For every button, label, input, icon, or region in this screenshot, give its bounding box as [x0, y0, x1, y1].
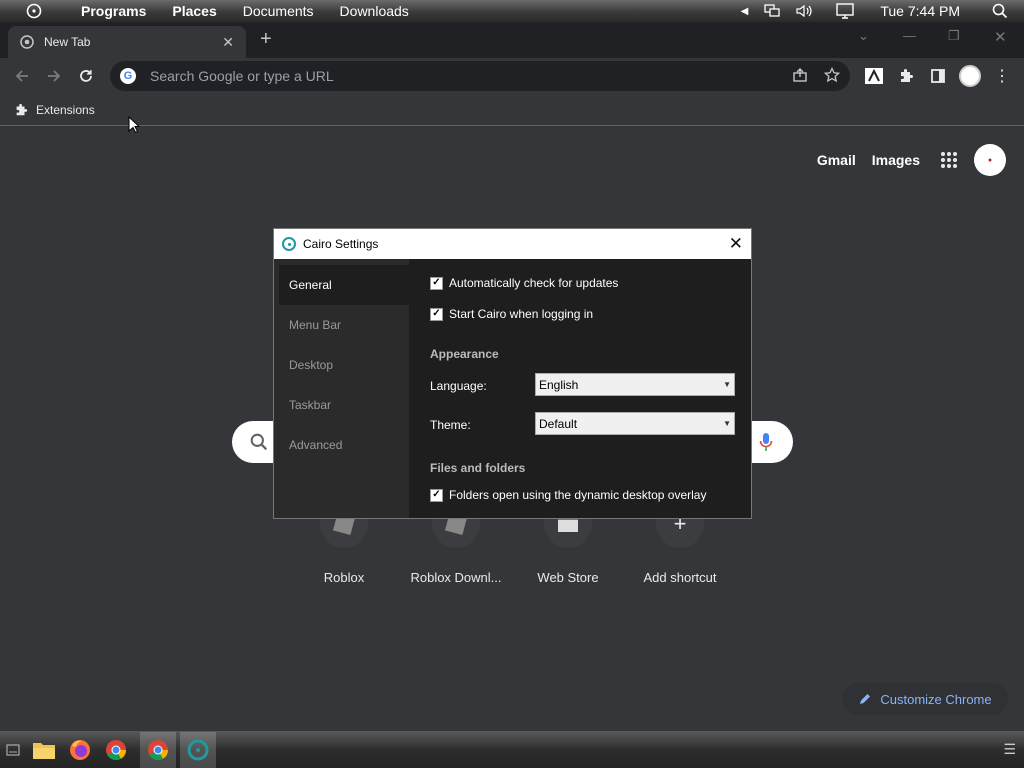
new-tab-button[interactable]: + [260, 28, 272, 51]
chrome-icon[interactable] [98, 732, 134, 768]
images-link[interactable]: Images [872, 152, 920, 168]
volume-icon[interactable] [788, 4, 822, 18]
auto-update-checkbox[interactable]: ✓ [430, 276, 443, 290]
apps-grid-icon[interactable] [940, 151, 958, 169]
tab-title: New Tab [44, 35, 91, 49]
theme-select[interactable]: Default ▼ [535, 412, 735, 435]
settings-sidebar: General Menu Bar Desktop Taskbar Advance… [274, 259, 409, 518]
start-on-login-option[interactable]: ✓ Start Cairo when logging in [430, 307, 593, 321]
action-center-icon[interactable] [822, 3, 862, 19]
taskbar-menu-icon[interactable]: ☰ [1003, 741, 1016, 758]
extensions-puzzle-icon[interactable] [894, 62, 918, 90]
file-explorer-icon[interactable] [26, 732, 62, 768]
show-desktop-icon[interactable] [0, 732, 26, 768]
minimize-icon[interactable]: — [903, 28, 916, 43]
cairo-menubar: Programs Places Documents Downloads ◀ Tu… [0, 0, 1024, 22]
shortcut-label: Web Store [537, 570, 599, 585]
shortcut-label: Add shortcut [643, 570, 717, 585]
microphone-icon[interactable] [759, 432, 773, 457]
folders-overlay-label: Folders open using the dynamic desktop o… [449, 488, 707, 502]
account-avatar[interactable]: ● [974, 144, 1006, 176]
google-g-icon: G [120, 68, 136, 84]
search-icon[interactable] [984, 3, 1024, 19]
profile-avatar[interactable] [958, 62, 982, 90]
dialog-titlebar[interactable]: Cairo Settings ✕ [274, 229, 751, 259]
customize-label: Customize Chrome [880, 691, 992, 707]
appearance-header: Appearance [430, 347, 499, 361]
restore-icon[interactable]: ❐ [948, 28, 960, 44]
nav-general[interactable]: General [279, 265, 409, 305]
start-on-login-label: Start Cairo when logging in [449, 307, 594, 321]
theme-value: Default [539, 416, 578, 431]
customize-chrome-button[interactable]: Customize Chrome [842, 683, 1008, 715]
search-icon [250, 433, 268, 456]
auto-update-label: Automatically check for updates [449, 276, 619, 290]
share-icon[interactable] [792, 67, 808, 86]
omnibox-placeholder: Search Google or type a URL [150, 68, 334, 84]
side-panel-icon[interactable] [926, 62, 950, 90]
bookmarks-bar: Extensions [0, 94, 1024, 126]
pencil-icon [858, 692, 872, 706]
cairo-logo-icon[interactable] [0, 3, 68, 19]
clock[interactable]: Tue 7:44 PM [862, 3, 984, 19]
files-folders-header: Files and folders [430, 461, 526, 475]
tab-search-icon[interactable]: ⌄ [858, 28, 869, 44]
language-label: Language: [430, 379, 487, 393]
folders-overlay-option[interactable]: ✓ Folders open using the dynamic desktop… [430, 488, 706, 502]
mouse-cursor-icon [128, 116, 140, 134]
chevron-down-icon: ▼ [723, 380, 731, 389]
close-window-icon[interactable]: ✕ [994, 28, 1007, 46]
theme-label: Theme: [430, 418, 471, 432]
omnibox[interactable]: G Search Google or type a URL [110, 61, 850, 91]
dialog-title: Cairo Settings [303, 237, 379, 251]
bookmark-label: Extensions [36, 102, 95, 117]
bookmark-extensions[interactable]: Extensions [14, 103, 95, 117]
menu-downloads[interactable]: Downloads [327, 3, 422, 19]
language-select[interactable]: English ▼ [535, 373, 735, 396]
chevron-down-icon: ▼ [723, 419, 731, 428]
forward-arrow-icon[interactable] [38, 60, 70, 92]
cairo-settings-window-icon[interactable] [180, 731, 216, 768]
gmail-link[interactable]: Gmail [817, 152, 856, 168]
shortcut-label: Roblox [323, 570, 365, 585]
language-value: English [539, 377, 579, 392]
firefox-icon[interactable] [62, 732, 98, 768]
start-on-login-checkbox[interactable]: ✓ [430, 307, 443, 321]
extension-app-icon[interactable] [862, 62, 886, 90]
extensions-puzzle-icon [14, 103, 28, 117]
settings-content: ✓ Automatically check for updates ✓ Star… [409, 259, 751, 518]
folders-overlay-checkbox[interactable]: ✓ [430, 488, 443, 502]
close-icon[interactable]: ✕ [729, 234, 743, 254]
chrome-favicon-icon [20, 35, 34, 49]
tab-new-tab[interactable]: New Tab ✕ [8, 26, 246, 58]
auto-update-option[interactable]: ✓ Automatically check for updates [430, 276, 618, 290]
menu-documents[interactable]: Documents [230, 3, 327, 19]
tab-close-icon[interactable]: ✕ [222, 34, 234, 51]
cairo-taskbar: ☰ [0, 731, 1024, 768]
nav-advanced[interactable]: Advanced [274, 425, 409, 465]
tray-expand-icon[interactable]: ◀ [733, 6, 757, 17]
ntp-top-links: Gmail Images ● [817, 144, 1006, 176]
nav-desktop[interactable]: Desktop [274, 345, 409, 385]
menu-programs[interactable]: Programs [68, 3, 159, 19]
more-menu-icon[interactable]: ⋮ [990, 62, 1014, 90]
browser-toolbar: G Search Google or type a URL ⋮ [0, 58, 1024, 94]
reload-icon[interactable] [70, 60, 102, 92]
back-arrow-icon[interactable] [6, 60, 38, 92]
shortcut-label: Roblox Downl... [410, 570, 502, 585]
menu-places[interactable]: Places [159, 3, 229, 19]
nav-menu-bar[interactable]: Menu Bar [274, 305, 409, 345]
network-icon[interactable] [756, 4, 788, 18]
cairo-settings-dialog: Cairo Settings ✕ General Menu Bar Deskto… [273, 228, 752, 519]
bookmark-star-icon[interactable] [823, 66, 841, 86]
tab-strip: New Tab ✕ + ⌄ — ❐ ✕ [0, 22, 1024, 58]
chrome-window-icon[interactable] [140, 731, 176, 768]
cairo-logo-icon [282, 237, 296, 251]
nav-taskbar[interactable]: Taskbar [274, 385, 409, 425]
